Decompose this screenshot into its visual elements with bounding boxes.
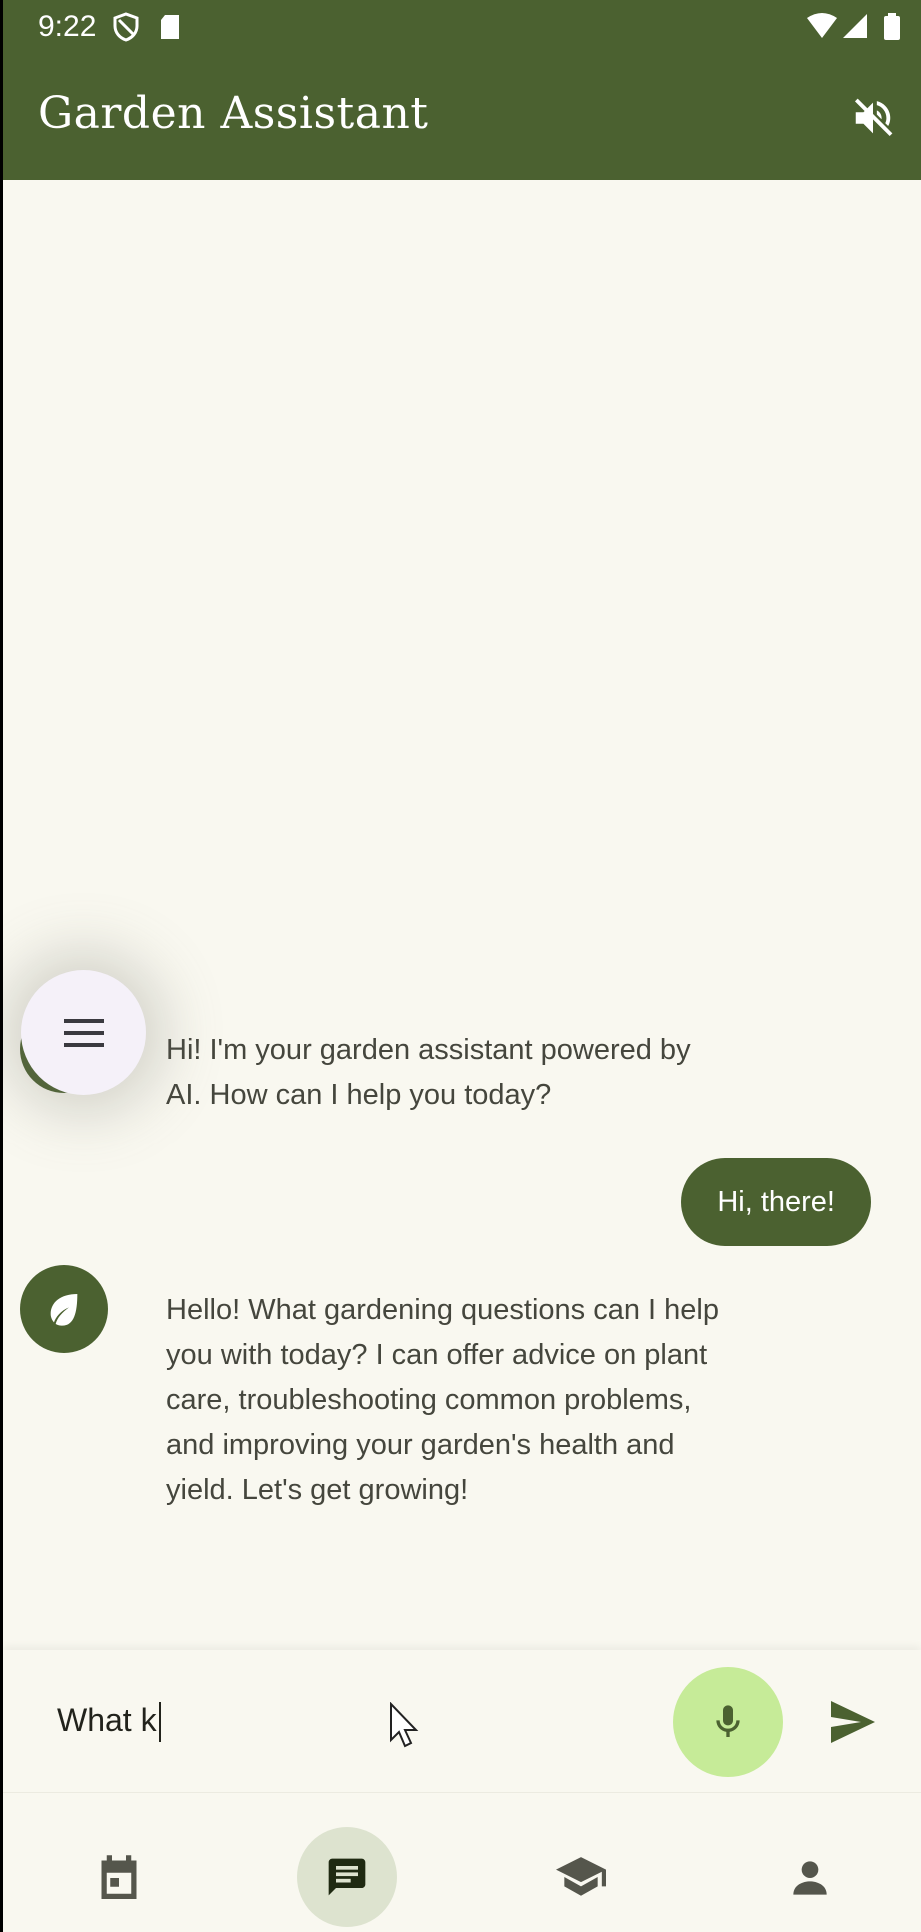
menu-button[interactable]: [21, 970, 146, 1095]
assistant-message: Hi! I'm your garden assistant powered by…: [166, 1034, 691, 1111]
send-icon: [831, 1701, 875, 1743]
chat-icon: [328, 1858, 366, 1896]
nav-learn[interactable]: [531, 1828, 631, 1928]
chat-screen: 9:22 Garden Assistant Hi! I'm your garde…: [3, 0, 921, 1932]
mic-icon: [716, 1705, 740, 1737]
microphone-button[interactable]: [673, 1667, 783, 1777]
wifi-icon: [807, 13, 837, 38]
message-input[interactable]: What k: [57, 1702, 161, 1742]
volume-off-icon: [854, 98, 893, 137]
leaf-icon: [50, 1294, 78, 1326]
status-icons-left: [113, 12, 185, 47]
user-message: Hi, there!: [681, 1158, 871, 1246]
message-input-bar: What k: [3, 1650, 921, 1792]
mute-button[interactable]: [845, 90, 901, 146]
signal-icon: [843, 14, 867, 38]
bottom-navigation: [3, 1792, 921, 1932]
send-button[interactable]: [825, 1694, 881, 1750]
nav-calendar[interactable]: [69, 1828, 169, 1928]
battery-icon: [884, 13, 900, 40]
status-time: 9:22: [38, 10, 97, 43]
nav-profile[interactable]: [760, 1828, 860, 1928]
person-icon: [793, 1861, 827, 1895]
assistant-avatar: [20, 1265, 108, 1353]
status-icons-right: [805, 12, 905, 47]
sd-card-icon: [161, 15, 179, 39]
nav-chat[interactable]: [297, 1827, 397, 1927]
app-title: Garden Assistant: [38, 88, 429, 139]
calendar-icon: [101, 1855, 137, 1899]
mouse-pointer-icon: [389, 1701, 419, 1755]
assistant-message: Hello! What gardening questions can I he…: [166, 1294, 719, 1506]
menu-icon: [63, 1018, 104, 1047]
school-icon: [556, 1857, 606, 1896]
shield-icon: [113, 12, 139, 42]
app-bar: 9:22 Garden Assistant: [3, 0, 921, 180]
